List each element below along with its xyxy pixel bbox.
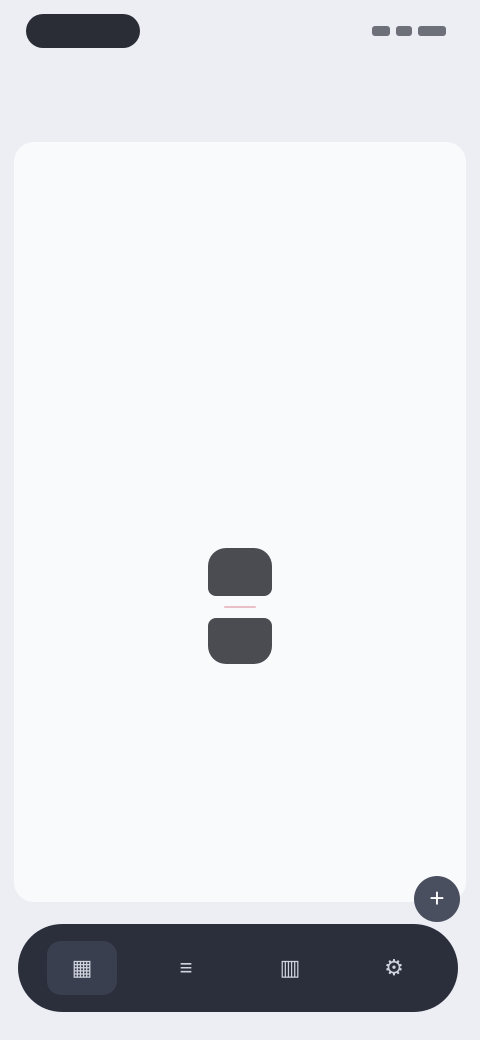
calendar-day-cell[interactable] xyxy=(143,262,208,382)
calendar-day-cell[interactable] xyxy=(79,502,144,622)
calendar-day-cell[interactable] xyxy=(79,262,144,382)
calendar-day-cell[interactable] xyxy=(401,262,466,382)
calendar-day-cell[interactable] xyxy=(337,262,402,382)
calendar-day-cell[interactable] xyxy=(14,382,79,502)
status-bar xyxy=(0,0,480,64)
calendar-day-cell[interactable] xyxy=(14,142,79,262)
calendar-day-cell[interactable] xyxy=(14,622,79,742)
nav-item[interactable]: ⚙ xyxy=(359,941,429,995)
month-label[interactable] xyxy=(34,88,114,116)
calendar-day-cell[interactable] xyxy=(208,382,273,502)
nav-item[interactable]: ▥ xyxy=(255,941,325,995)
settings-icon: ⚙ xyxy=(384,955,404,980)
calendar-day-cell[interactable] xyxy=(79,142,144,262)
selected-day[interactable] xyxy=(208,548,272,678)
battery-icon xyxy=(418,26,446,36)
selected-day-top xyxy=(208,548,272,596)
nav-item[interactable]: ▦ xyxy=(47,941,117,995)
calendar-day-cell[interactable] xyxy=(337,502,402,622)
calendar-day-cell[interactable] xyxy=(272,382,337,502)
calendar-day-cell[interactable] xyxy=(337,622,402,742)
calendar-day-cell[interactable] xyxy=(79,622,144,742)
calendar-day-cell[interactable] xyxy=(272,262,337,382)
calendar-day-cell[interactable] xyxy=(143,142,208,262)
calendar-day-cell[interactable] xyxy=(14,502,79,622)
plus-icon: + xyxy=(429,883,445,913)
bottom-nav: ▦ ≡ ▥ ⚙ xyxy=(18,924,458,1012)
selected-day-bottom xyxy=(208,618,272,664)
calendar-day-cell[interactable] xyxy=(79,382,144,502)
calendar-day-cell[interactable] xyxy=(143,622,208,742)
calendar-day-cell[interactable] xyxy=(272,142,337,262)
calendar-day-cell[interactable] xyxy=(143,382,208,502)
calendar-day-cell[interactable] xyxy=(208,262,273,382)
signal-icon xyxy=(372,26,390,36)
calendar-icon: ▦ xyxy=(71,955,93,980)
calendar-day-cell[interactable] xyxy=(337,142,402,262)
chart-icon: ▥ xyxy=(279,955,301,980)
calendar-day-cell[interactable] xyxy=(272,622,337,742)
calendar-day-cell[interactable] xyxy=(401,382,466,502)
calendar-day-cell[interactable] xyxy=(401,502,466,622)
calendar-day-cell[interactable] xyxy=(14,262,79,382)
calendar-card xyxy=(14,142,466,902)
nav-item[interactable]: ≡ xyxy=(151,941,221,995)
list-icon: ≡ xyxy=(179,955,193,980)
time-pill xyxy=(26,14,140,48)
wifi-icon xyxy=(396,26,412,36)
add-button[interactable]: + xyxy=(414,876,460,922)
calendar-day-cell[interactable] xyxy=(143,502,208,622)
calendar-day-cell[interactable] xyxy=(208,142,273,262)
selected-day-divider xyxy=(208,596,272,618)
status-icons xyxy=(354,22,446,40)
calendar-day-cell[interactable] xyxy=(272,502,337,622)
calendar-day-cell[interactable] xyxy=(401,142,466,262)
calendar-day-cell[interactable] xyxy=(337,382,402,502)
